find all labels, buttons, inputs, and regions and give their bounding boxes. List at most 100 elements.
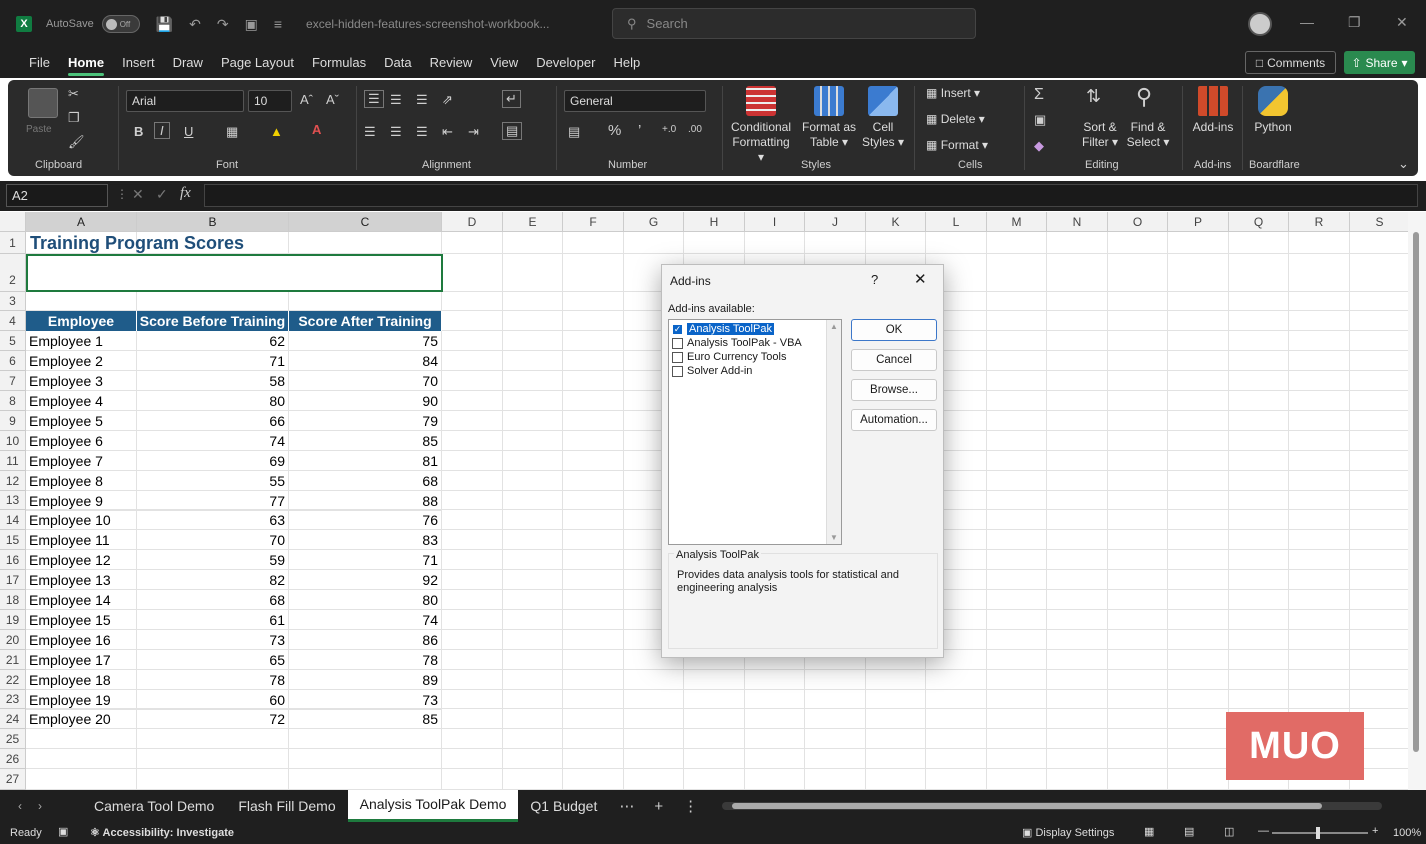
table-cell[interactable]: 75: [289, 331, 442, 351]
table-cell[interactable]: Employee 1: [26, 331, 137, 351]
table-cell[interactable]: Employee 17: [26, 650, 137, 670]
formula-input[interactable]: [204, 184, 1418, 207]
table-cell[interactable]: 70: [137, 530, 289, 550]
save-icon[interactable]: 💾: [156, 16, 173, 33]
avatar[interactable]: [1248, 12, 1272, 36]
table-cell[interactable]: 72: [137, 709, 289, 729]
zoom-out-icon[interactable]: —: [1258, 825, 1269, 837]
table-cell[interactable]: 71: [137, 351, 289, 371]
menu-draw[interactable]: Draw: [164, 48, 212, 78]
scroll-down-icon[interactable]: ▼: [830, 533, 838, 542]
add-in-item[interactable]: Euro Currency Tools: [672, 350, 786, 364]
menu-help[interactable]: Help: [604, 48, 649, 78]
orientation-icon[interactable]: ⇗: [442, 92, 453, 108]
table-header-cell[interactable]: Score After Training: [289, 311, 442, 331]
add-in-item[interactable]: ✓ Analysis ToolPak: [672, 322, 774, 336]
merge-center-icon[interactable]: ▤: [502, 122, 523, 140]
camera-icon[interactable]: ▣: [245, 16, 258, 33]
menu-insert[interactable]: Insert: [113, 48, 164, 78]
row-header[interactable]: 8: [0, 391, 26, 411]
zoom-in-icon[interactable]: +: [1372, 825, 1378, 837]
minimize-icon[interactable]: —: [1300, 14, 1314, 30]
table-cell[interactable]: Employee 15: [26, 610, 137, 630]
more-sheets-icon[interactable]: ⋯: [609, 797, 644, 815]
dialog-help-icon[interactable]: ?: [871, 272, 878, 287]
table-cell[interactable]: 85: [289, 709, 442, 729]
workbook-filename[interactable]: excel-hidden-features-screenshot-workboo…: [306, 17, 549, 31]
vertical-scrollbar[interactable]: [1408, 212, 1426, 790]
checkbox[interactable]: ✓: [672, 323, 683, 335]
add-sheet-icon[interactable]: +: [644, 798, 673, 815]
table-cell[interactable]: 83: [289, 530, 442, 550]
table-cell[interactable]: 55: [137, 471, 289, 491]
restore-icon[interactable]: ❐: [1348, 14, 1361, 31]
menu-page-layout[interactable]: Page Layout: [212, 48, 303, 78]
table-cell[interactable]: 63: [137, 510, 289, 530]
delete-cells-button[interactable]: ▦ Delete ▾: [926, 112, 985, 127]
menu-developer[interactable]: Developer: [527, 48, 604, 78]
add-ins-list[interactable]: ▲ ▼ ✓ Analysis ToolPak Analysis ToolPak - …: [668, 319, 842, 545]
column-header-m[interactable]: M: [987, 212, 1047, 232]
cut-icon[interactable]: ✂: [68, 86, 79, 102]
column-header-b[interactable]: B: [137, 212, 289, 232]
row-header[interactable]: 12: [0, 471, 26, 491]
table-cell[interactable]: 78: [137, 670, 289, 690]
column-header-r[interactable]: R: [1289, 212, 1350, 232]
accounting-format-icon[interactable]: ▤: [568, 124, 580, 140]
menu-home[interactable]: Home: [59, 48, 113, 78]
table-cell[interactable]: 77: [137, 491, 289, 511]
table-cell[interactable]: 92: [289, 570, 442, 590]
table-cell[interactable]: 68: [137, 590, 289, 610]
table-cell[interactable]: 71: [289, 550, 442, 570]
row-header[interactable]: 22: [0, 670, 26, 690]
sort-filter-icon[interactable]: ⇅: [1086, 86, 1101, 107]
align-right-icon[interactable]: ☰: [416, 124, 428, 140]
undo-icon[interactable]: ↶: [189, 16, 201, 33]
autosave-toggle[interactable]: Off: [101, 15, 140, 33]
table-cell[interactable]: 70: [289, 371, 442, 391]
menu-view[interactable]: View: [481, 48, 527, 78]
column-header-d[interactable]: D: [442, 212, 503, 232]
column-header-g[interactable]: G: [624, 212, 684, 232]
table-cell[interactable]: Employee 5: [26, 411, 137, 431]
table-cell[interactable]: Employee 10: [26, 510, 137, 530]
table-cell[interactable]: Employee 4: [26, 391, 137, 411]
menu-file[interactable]: File: [20, 48, 59, 78]
tab-scroll-right-icon[interactable]: ›: [38, 799, 82, 813]
checkbox[interactable]: [672, 337, 683, 349]
font-size-select[interactable]: 10: [248, 90, 292, 112]
row-header[interactable]: 14: [0, 510, 26, 530]
sheet-title-cell[interactable]: Training Program Scores: [30, 233, 244, 254]
format-painter-icon[interactable]: 🖌: [68, 134, 85, 150]
zoom-slider[interactable]: [1272, 827, 1368, 839]
menu-review[interactable]: Review: [421, 48, 482, 78]
column-header-k[interactable]: K: [866, 212, 926, 232]
autosum-icon[interactable]: Σ: [1034, 86, 1044, 104]
table-cell[interactable]: 84: [289, 351, 442, 371]
python-icon[interactable]: [1258, 86, 1288, 116]
cancel-entry-icon[interactable]: ✕: [132, 186, 144, 203]
column-header-s[interactable]: S: [1350, 212, 1410, 232]
table-cell[interactable]: Employee 19: [26, 690, 137, 710]
table-cell[interactable]: 66: [137, 411, 289, 431]
row-header[interactable]: 26: [0, 749, 26, 769]
scroll-up-icon[interactable]: ▲: [830, 322, 838, 331]
table-cell[interactable]: 85: [289, 431, 442, 451]
row-header[interactable]: 21: [0, 650, 26, 670]
table-cell[interactable]: Employee 20: [26, 709, 137, 729]
python-button[interactable]: Python: [1248, 120, 1298, 135]
close-window-icon[interactable]: ✕: [1396, 14, 1408, 31]
table-cell[interactable]: 81: [289, 451, 442, 471]
share-button[interactable]: ⇧ Share ▾: [1344, 51, 1415, 74]
format-as-table-button[interactable]: Format as Table ▾: [798, 120, 860, 150]
decrease-indent-icon[interactable]: ⇤: [442, 124, 453, 140]
align-middle-icon[interactable]: ☰: [390, 92, 402, 108]
table-cell[interactable]: Employee 2: [26, 351, 137, 371]
sheet-tab[interactable]: Analysis ToolPak Demo: [347, 790, 519, 822]
checkbox[interactable]: [672, 365, 683, 377]
column-header-q[interactable]: Q: [1229, 212, 1289, 232]
horizontal-scrollbar[interactable]: [722, 802, 1383, 810]
sheet-tab[interactable]: Q1 Budget: [518, 790, 609, 822]
decrease-font-icon[interactable]: Aˇ: [326, 92, 339, 107]
name-box[interactable]: A2: [6, 184, 108, 207]
